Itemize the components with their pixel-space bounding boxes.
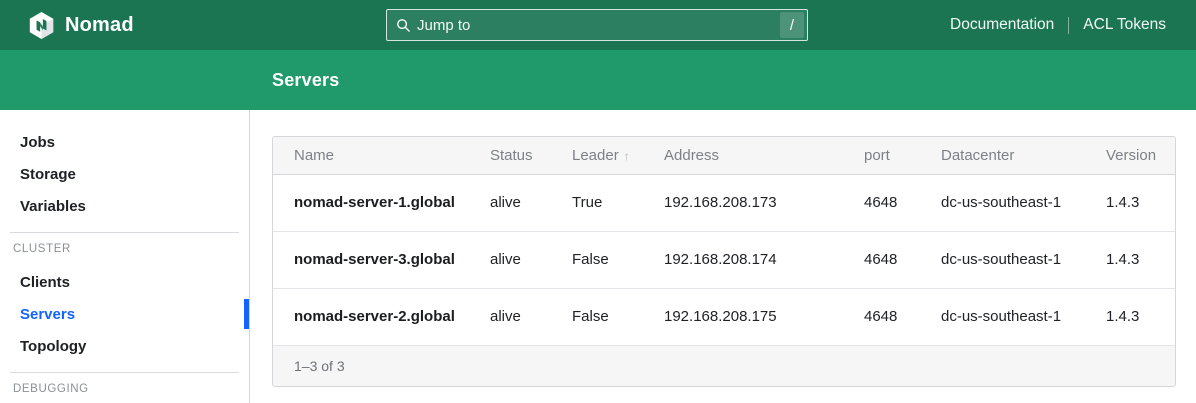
jump-to-search[interactable]: / [386, 9, 808, 41]
server-port: 4648 [843, 174, 920, 231]
column-header-leader[interactable]: Leader ↑ [551, 137, 643, 174]
server-leader: True [551, 174, 643, 231]
server-datacenter: dc-us-southeast-1 [920, 231, 1085, 288]
top-nav: Nomad / Documentation ACL Tokens [0, 0, 1196, 50]
pagination-summary: 1–3 of 3 [273, 346, 1175, 386]
documentation-link[interactable]: Documentation [950, 16, 1054, 34]
server-version: 1.4.3 [1085, 174, 1175, 231]
server-port: 4648 [843, 231, 920, 288]
slash-shortcut-badge: / [780, 12, 804, 38]
server-address: 192.168.208.174 [643, 231, 843, 288]
main-content: Name Status Leader ↑ Address port Datacen… [250, 110, 1196, 403]
sidebar: Jobs Storage Variables CLUSTER Clients S… [0, 110, 250, 403]
server-port: 4648 [843, 288, 920, 345]
nomad-logo-icon [28, 12, 55, 39]
server-version: 1.4.3 [1085, 288, 1175, 345]
server-leader: False [551, 288, 643, 345]
jump-to-input[interactable] [411, 17, 780, 34]
table-row[interactable]: nomad-server-1.global alive True 192.168… [273, 174, 1175, 231]
column-header-leader-label: Leader [572, 147, 619, 164]
server-name[interactable]: nomad-server-1.global [273, 174, 469, 231]
server-status: alive [469, 174, 551, 231]
sidebar-item-storage[interactable]: Storage [0, 158, 249, 190]
server-address: 192.168.208.173 [643, 174, 843, 231]
table-row[interactable]: nomad-server-3.global alive False 192.16… [273, 231, 1175, 288]
page-header: Servers [0, 50, 1196, 110]
table-header-row: Name Status Leader ↑ Address port Datacen… [273, 137, 1175, 174]
server-version: 1.4.3 [1085, 231, 1175, 288]
column-header-version[interactable]: Version [1085, 137, 1175, 174]
server-name[interactable]: nomad-server-2.global [273, 288, 469, 345]
column-header-address[interactable]: Address [643, 137, 843, 174]
sidebar-section-debugging: DEBUGGING [0, 382, 249, 396]
column-header-datacenter[interactable]: Datacenter [920, 137, 1085, 174]
server-datacenter: dc-us-southeast-1 [920, 288, 1085, 345]
sidebar-item-clients[interactable]: Clients [0, 266, 249, 298]
sort-ascending-icon: ↑ [624, 149, 630, 163]
sidebar-divider [10, 232, 239, 233]
links-divider [1068, 17, 1069, 34]
topnav-links: Documentation ACL Tokens [808, 16, 1166, 34]
server-name[interactable]: nomad-server-3.global [273, 231, 469, 288]
brand-name: Nomad [65, 14, 134, 37]
nomad-brand[interactable]: Nomad [28, 12, 386, 39]
column-header-status[interactable]: Status [469, 137, 551, 174]
sidebar-primary-menu: Jobs Storage Variables [0, 126, 249, 222]
server-datacenter: dc-us-southeast-1 [920, 174, 1085, 231]
search-icon [396, 18, 411, 33]
server-status: alive [469, 288, 551, 345]
acl-tokens-link[interactable]: ACL Tokens [1083, 16, 1166, 34]
column-header-name[interactable]: Name [273, 137, 469, 174]
column-header-port[interactable]: port [843, 137, 920, 174]
table-row[interactable]: nomad-server-2.global alive False 192.16… [273, 288, 1175, 345]
sidebar-section-cluster: CLUSTER [0, 242, 249, 256]
page-title: Servers [272, 70, 339, 91]
server-address: 192.168.208.175 [643, 288, 843, 345]
sidebar-cluster-menu: Clients Servers Topology [0, 266, 249, 362]
sidebar-item-jobs[interactable]: Jobs [0, 126, 249, 158]
sidebar-divider [10, 372, 239, 373]
sidebar-item-topology[interactable]: Topology [0, 330, 249, 362]
server-status: alive [469, 231, 551, 288]
servers-table: Name Status Leader ↑ Address port Datacen… [272, 136, 1176, 387]
sidebar-item-variables[interactable]: Variables [0, 190, 249, 222]
sidebar-item-servers[interactable]: Servers [0, 298, 249, 330]
server-leader: False [551, 231, 643, 288]
